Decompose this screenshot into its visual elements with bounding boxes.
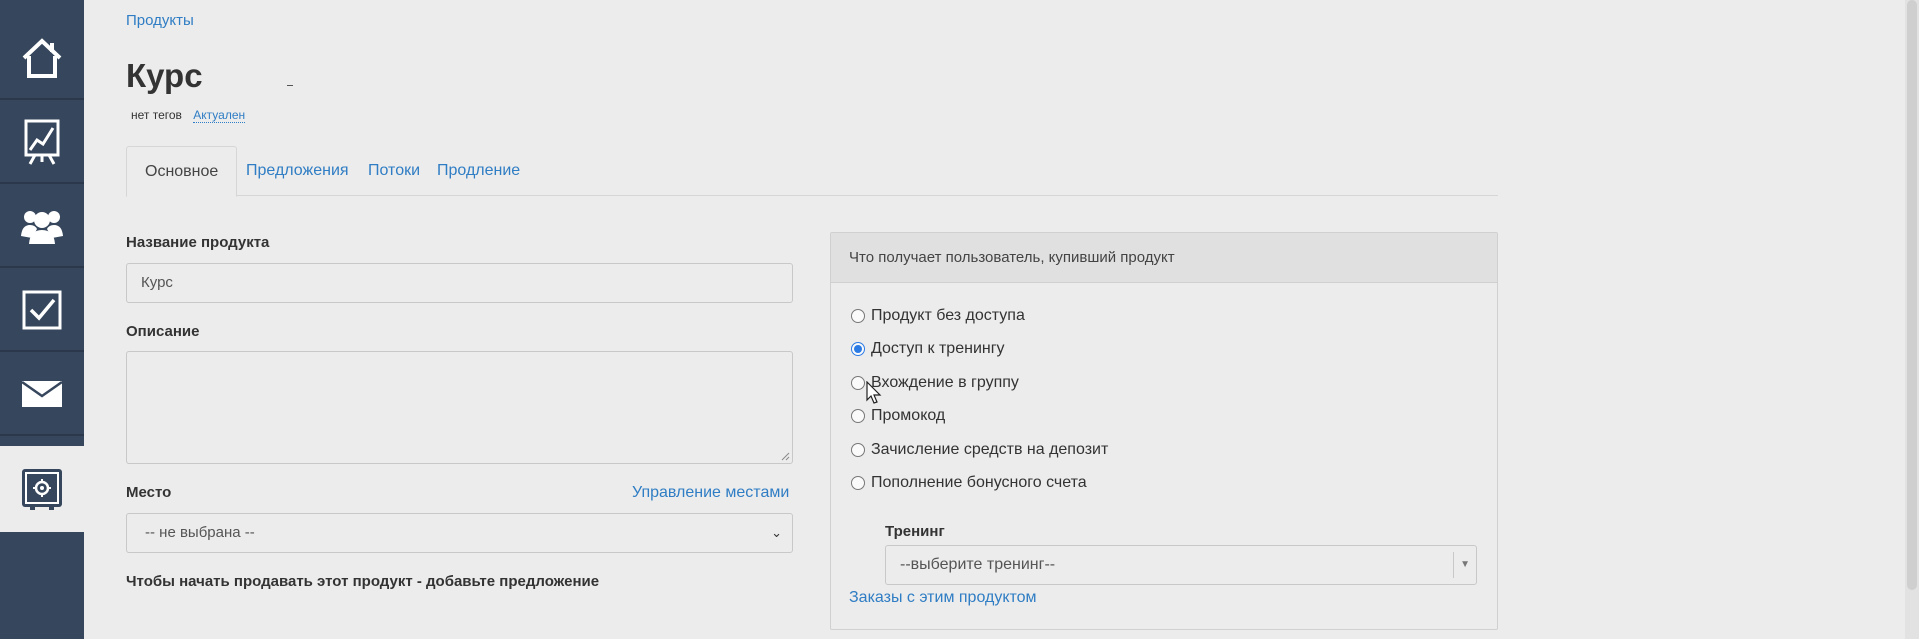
sidebar-item-reports[interactable] [0,102,84,184]
product-meta: нет тегов Актуален [131,108,246,123]
title-divider [287,85,293,86]
radio-button[interactable] [851,376,865,390]
sidebar-item-home[interactable] [0,18,84,100]
product-name-label: Название продукта [126,234,270,251]
radio-button-checked[interactable] [851,342,865,356]
radio-label[interactable]: Вхождение в группу [871,373,1019,393]
tab-bar: Основное Предложения Потоки Продление [126,146,1498,197]
radio-button[interactable] [851,443,865,457]
sidebar-collapse-arrow[interactable] [0,0,84,10]
mouse-cursor-icon [866,381,882,404]
radio-label[interactable]: Пополнение бонусного счета [871,473,1087,493]
sidebar-item-products[interactable] [0,446,84,532]
training-select[interactable]: --выберите тренинг-- ▼ [885,545,1477,585]
sidebar-item-messages[interactable] [0,354,84,436]
resize-grip-icon[interactable] [781,452,790,461]
safe-icon [22,469,62,510]
orders-with-product-link[interactable]: Заказы с этим продуктом [849,589,1037,607]
description-label: Описание [126,323,200,340]
description-textarea[interactable] [126,351,793,464]
radio-label[interactable]: Доступ к тренингу [871,339,1005,359]
sidebar-item-users[interactable] [0,186,84,268]
checkbox-icon [22,290,62,330]
radio-label[interactable]: Продукт без доступа [871,306,1025,326]
breadcrumb-products[interactable]: Продукты [126,12,194,29]
main-content: Продукты Курс нет тегов Актуален Основно… [84,0,1919,639]
envelope-icon [21,380,63,407]
place-select-value: -- не выбрана -- [145,524,255,541]
product-name-input[interactable]: Курс [126,263,793,303]
page-scrollbar[interactable] [1905,0,1919,639]
home-icon [22,38,62,78]
sidebar [0,0,84,639]
radio-label[interactable]: Промокод [871,406,945,426]
caret-down-icon[interactable]: ▼ [1460,546,1470,584]
chevron-down-icon: ⌄ [771,525,782,540]
panel-title: Что получает пользователь, купивший прод… [831,233,1497,283]
sidebar-item-tasks[interactable] [0,270,84,352]
radio-label[interactable]: Зачисление средств на депозит [871,440,1108,460]
training-select-value: --выберите тренинг-- [900,556,1056,573]
radio-button[interactable] [851,409,865,423]
radio-button[interactable] [851,309,865,323]
radio-button[interactable] [851,476,865,490]
tab-renewal[interactable]: Продление [419,146,538,196]
users-icon [21,211,63,244]
tab-offers[interactable]: Предложения [228,146,367,196]
select-separator [1453,552,1454,578]
place-select[interactable]: -- не выбрана -- ⌄ [126,513,793,553]
tab-main[interactable]: Основное [126,146,238,197]
page-title: Курс [126,57,203,94]
product-access-panel: Что получает пользователь, купивший прод… [830,232,1498,630]
scrollbar-thumb[interactable] [1907,0,1917,590]
chart-board-icon [24,119,60,165]
add-offer-hint: Чтобы начать продавать этот продукт - до… [126,573,600,590]
training-label: Тренинг [885,523,945,540]
tags-label[interactable]: нет тегов [131,108,182,122]
place-label: Место [126,484,172,501]
status-badge[interactable]: Актуален [193,108,246,123]
manage-places-link[interactable]: Управление местами [632,484,789,502]
